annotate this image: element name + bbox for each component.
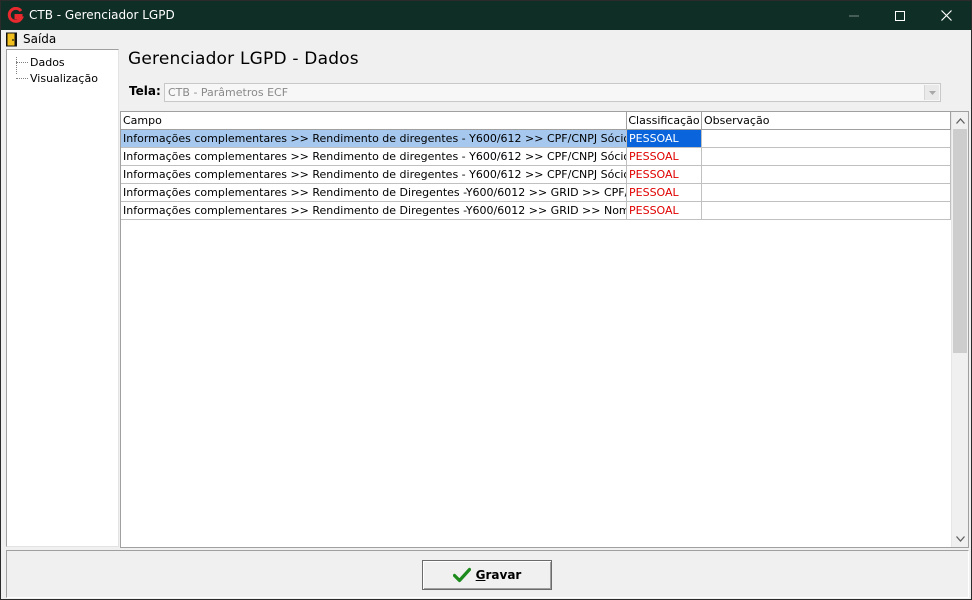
scroll-up-button[interactable]: [952, 112, 968, 129]
cell-observacao[interactable]: [702, 166, 951, 184]
cell-campo[interactable]: Informações complementares >> Rendimento…: [121, 202, 627, 220]
tree-branch-line: [16, 61, 28, 63]
cell-observacao[interactable]: [702, 148, 951, 166]
tree-item-visualizacao[interactable]: Visualização: [16, 71, 98, 85]
cell-campo[interactable]: Informações complementares >> Rendimento…: [121, 166, 627, 184]
scroll-thumb[interactable]: [953, 129, 967, 353]
cell-campo[interactable]: Informações complementares >> Rendimento…: [121, 130, 627, 148]
save-label-accelerator: G: [475, 568, 486, 582]
close-icon: [940, 10, 952, 21]
chevron-up-icon: [955, 117, 965, 124]
tree-branch-line: [16, 77, 28, 79]
tree-item-dados[interactable]: Dados: [16, 55, 65, 69]
tree-item-label: Visualização: [30, 71, 98, 85]
grid-header: Campo Classificação Observação: [121, 112, 952, 130]
page-title: Gerenciador LGPD - Dados: [128, 49, 359, 69]
dropdown-arrow-button[interactable]: [924, 85, 939, 100]
window-title: CTB - Gerenciador LGPD: [29, 8, 175, 22]
tela-select-value: CTB - Parâmetros ECF: [168, 86, 289, 99]
cell-classificacao[interactable]: PESSOAL: [627, 166, 702, 184]
save-button[interactable]: Gravar: [422, 560, 552, 590]
tree-item-label: Dados: [30, 55, 65, 69]
tela-select[interactable]: CTB - Parâmetros ECF: [164, 83, 941, 102]
exit-door-icon: [6, 32, 17, 46]
column-header-classificacao[interactable]: Classificação: [627, 112, 702, 130]
minimize-icon: [849, 15, 859, 16]
menu-item-saida[interactable]: Saída: [5, 31, 56, 47]
check-icon: [452, 567, 471, 583]
cell-observacao[interactable]: [702, 184, 951, 202]
cell-observacao[interactable]: [702, 202, 951, 220]
table-row[interactable]: Informações complementares >> Rendimento…: [121, 184, 952, 202]
cell-classificacao[interactable]: PESSOAL: [627, 130, 702, 148]
table-row[interactable]: Informações complementares >> Rendimento…: [121, 148, 952, 166]
maximize-icon: [895, 10, 905, 21]
column-header-campo[interactable]: Campo: [121, 112, 627, 130]
table-row[interactable]: Informações complementares >> Rendimento…: [121, 202, 952, 220]
menu-label-saida: Saída: [23, 32, 57, 46]
menu-bar: Saída: [1, 30, 971, 48]
cell-campo[interactable]: Informações complementares >> Rendimento…: [121, 184, 627, 202]
close-button[interactable]: [923, 1, 969, 30]
scroll-down-button[interactable]: [952, 530, 968, 547]
title-bar[interactable]: CTB - Gerenciador LGPD: [1, 1, 971, 30]
save-label-rest: ravar: [485, 568, 522, 582]
vertical-scrollbar[interactable]: [951, 112, 968, 547]
cell-classificacao[interactable]: PESSOAL: [627, 202, 702, 220]
chevron-down-icon: [928, 90, 936, 95]
table-row[interactable]: Informações complementares >> Rendimento…: [121, 130, 952, 148]
cell-campo[interactable]: Informações complementares >> Rendimento…: [121, 148, 627, 166]
maximize-button[interactable]: [877, 1, 923, 30]
tela-label: Tela:: [129, 84, 161, 98]
cell-observacao[interactable]: [702, 130, 951, 148]
navigation-tree: Dados Visualização: [6, 49, 119, 547]
app-window: CTB - Gerenciador LGPD Saída Dados Visua…: [0, 0, 972, 600]
column-header-observacao[interactable]: Observação: [702, 112, 951, 130]
cell-classificacao[interactable]: PESSOAL: [627, 184, 702, 202]
data-grid[interactable]: Campo Classificação Observação Informaçõ…: [120, 111, 969, 548]
table-row[interactable]: Informações complementares >> Rendimento…: [121, 166, 952, 184]
cell-classificacao[interactable]: PESSOAL: [627, 148, 702, 166]
app-logo-icon: [7, 7, 24, 23]
minimize-button[interactable]: [831, 1, 877, 30]
chevron-down-icon: [955, 535, 965, 542]
save-button-label: Gravar: [476, 568, 522, 582]
